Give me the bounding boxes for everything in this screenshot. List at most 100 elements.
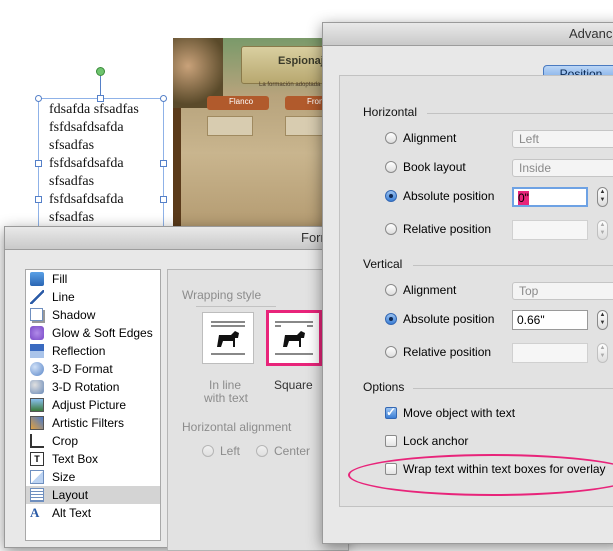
resize-handle-top-right[interactable] <box>160 95 167 102</box>
h-book-layout-label: Book layout <box>403 160 466 174</box>
lock-anchor-checkbox[interactable] <box>385 435 397 447</box>
category-label: Size <box>52 470 76 484</box>
v-alignment-label: Alignment <box>403 283 457 297</box>
crop-icon <box>30 434 44 448</box>
category-label: Line <box>52 290 75 304</box>
resize-handle-left-lower[interactable] <box>35 196 42 203</box>
text-line: fsfdsafdsafda <box>49 120 124 135</box>
wrap-inline-label: In line <box>209 378 242 392</box>
wrapping-style-heading: Wrapping style <box>182 288 262 302</box>
h-absolute-position-radio[interactable] <box>385 190 397 202</box>
text-box-icon: T <box>30 452 44 466</box>
category-label: Fill <box>52 272 68 286</box>
category-label: Shadow <box>52 308 96 322</box>
divider <box>413 265 613 266</box>
game-screenshot-picture[interactable]: Espionaj La formación adoptada por Flanc… <box>173 38 333 230</box>
category-artistic-filters[interactable]: Artistic Filters <box>26 414 160 432</box>
horizontal-heading: Horizontal <box>363 105 418 119</box>
adjust-picture-icon <box>30 398 44 412</box>
category-fill[interactable]: Fill <box>26 270 160 288</box>
format-dialog-titlebar[interactable]: Form <box>5 227 345 250</box>
v-relative-position-radio[interactable] <box>385 346 397 358</box>
category-label: 3-D Format <box>52 362 113 376</box>
v-alignment-radio[interactable] <box>385 284 397 296</box>
v-absolute-position-input[interactable]: 0.66" <box>512 310 588 330</box>
wrap-square-label: Square <box>274 378 313 392</box>
h-relative-position-stepper[interactable]: ▲ ▼ <box>597 220 608 240</box>
resize-handle-top-left[interactable] <box>35 95 42 102</box>
resize-handle-right[interactable] <box>160 160 167 167</box>
category-shadow[interactable]: Shadow <box>26 306 160 324</box>
wrap-inline-button[interactable] <box>202 312 254 364</box>
v-absolute-position-radio[interactable] <box>385 313 397 325</box>
h-alignment-radio[interactable] <box>385 132 397 144</box>
resize-handle-right-lower[interactable] <box>160 196 167 203</box>
resize-handle-left[interactable] <box>35 160 42 167</box>
v-relative-position-stepper[interactable]: ▲ ▼ <box>597 343 608 363</box>
category-label: Adjust Picture <box>52 398 127 412</box>
3d-format-icon <box>30 362 44 376</box>
h-alignment-select[interactable]: Left <box>512 130 613 148</box>
h-absolute-position-label: Absolute position <box>403 189 495 203</box>
options-heading: Options <box>363 380 405 394</box>
line-pen-icon <box>30 290 44 304</box>
shadow-icon <box>30 308 43 321</box>
category-3d-format[interactable]: 3-D Format <box>26 360 160 378</box>
rotation-handle[interactable] <box>96 67 105 76</box>
wrap-square-button[interactable] <box>266 310 322 366</box>
text-line: fdsafda sfsadfas <box>49 102 139 117</box>
v-absolute-position-stepper[interactable]: ▲ ▼ <box>597 310 608 330</box>
move-object-checkbox[interactable] <box>385 405 397 419</box>
category-adjust-picture[interactable]: Adjust Picture <box>26 396 160 414</box>
h-book-layout-radio[interactable] <box>385 161 397 173</box>
lock-anchor-label: Lock anchor <box>403 434 469 448</box>
size-icon <box>30 470 44 484</box>
layout-icon <box>30 488 44 502</box>
h-relative-position-input[interactable] <box>512 220 588 240</box>
h-absolute-position-stepper[interactable]: ▲ ▼ <box>597 187 608 207</box>
h-align-left-radio[interactable] <box>202 445 214 457</box>
divider <box>196 306 276 307</box>
reflection-icon <box>30 344 44 358</box>
category-3d-rotation[interactable]: 3-D Rotation <box>26 378 160 396</box>
selected-text-box[interactable]: fdsafda sfsadfas fsfdsafdsafda sfsadfas … <box>38 98 164 228</box>
category-reflection[interactable]: Reflection <box>26 342 160 360</box>
alt-text-icon: A <box>30 505 40 520</box>
h-align-center-radio[interactable] <box>256 445 268 457</box>
h-relative-position-label: Relative position <box>403 222 492 236</box>
category-line[interactable]: Line <box>26 288 160 306</box>
h-relative-position-radio[interactable] <box>385 223 397 235</box>
category-label: Layout <box>52 488 89 502</box>
category-crop[interactable]: Crop <box>26 432 160 450</box>
category-label: Glow & Soft Edges <box>52 326 153 340</box>
v-alignment-select[interactable]: Top <box>512 282 613 300</box>
category-label: Crop <box>52 434 79 448</box>
3d-rotation-icon <box>30 380 44 394</box>
category-alt-text[interactable]: A Alt Text <box>26 504 160 522</box>
text-line: fsfdsafdsafda <box>49 156 124 171</box>
v-relative-position-input[interactable] <box>512 343 588 363</box>
h-absolute-position-input[interactable]: 0" <box>512 187 588 207</box>
dog-inline-icon <box>211 321 245 355</box>
banner-subtitle: La formación adoptada por <box>259 82 331 88</box>
v-absolute-position-label: Absolute position <box>403 312 495 326</box>
v-relative-position-label: Relative position <box>403 345 492 359</box>
tab-frontal-label: Fron <box>307 97 324 106</box>
format-dialog: Form Fill Line Shadow Glow & Soft Edges … <box>4 226 349 551</box>
dog-square-icon <box>275 321 313 355</box>
frame-edge <box>173 108 181 230</box>
category-label: Artistic Filters <box>52 416 124 430</box>
category-layout[interactable]: Layout <box>26 486 160 504</box>
wrap-inline-label: with text <box>204 391 249 405</box>
vertical-heading: Vertical <box>363 257 403 271</box>
category-size[interactable]: Size <box>26 468 160 486</box>
divider <box>413 388 613 389</box>
resize-handle-top[interactable] <box>97 95 104 102</box>
h-book-layout-select[interactable]: Inside <box>512 159 613 177</box>
category-text-box[interactable]: T Text Box <box>26 450 160 468</box>
category-glow[interactable]: Glow & Soft Edges <box>26 324 160 342</box>
text-line: sfsadfas <box>49 174 95 189</box>
banner-title: Espionaj <box>278 55 324 67</box>
advanced-dialog-titlebar[interactable]: Advanc <box>323 23 613 46</box>
tab-flanco[interactable]: Flanco <box>207 96 269 110</box>
